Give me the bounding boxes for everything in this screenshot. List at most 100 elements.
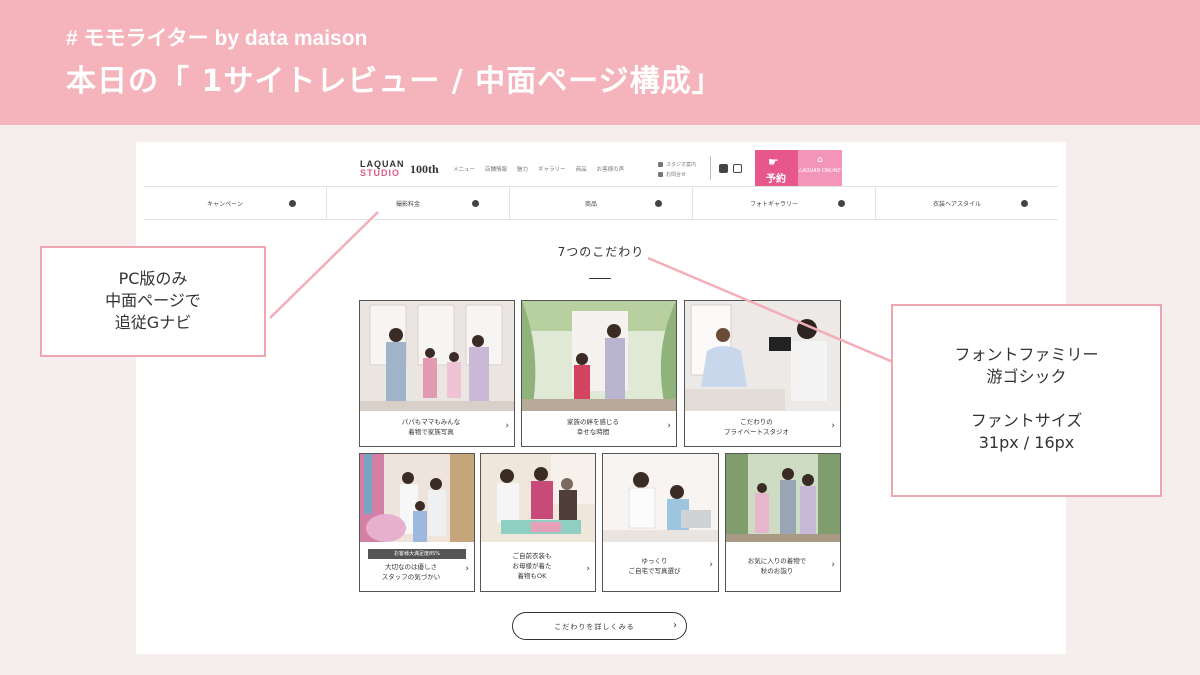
site-header: LAQUAN STUDIO 100th メニュー 店舗情報 魅力 ギャラリー 商… bbox=[136, 142, 1066, 188]
reserve-button[interactable]: ☛ 予約 bbox=[755, 150, 798, 186]
caption-line: ご自宅で写真選び bbox=[628, 567, 681, 575]
gnav-label: 衣装ヘアスタイル bbox=[932, 201, 981, 208]
chevron-right-icon: › bbox=[831, 421, 835, 431]
online-label: LAQUAN ONLINE bbox=[799, 168, 841, 174]
caption-line: こだわりの bbox=[740, 418, 773, 426]
slide-header-band: # モモライター by data maison 本日の「 1サイトレビュー / … bbox=[0, 0, 1200, 125]
shrine-visit-photo bbox=[726, 454, 840, 542]
facebook-icon[interactable] bbox=[719, 164, 728, 173]
caption-line: お気に入りの着物で bbox=[747, 557, 807, 565]
feature-card[interactable]: パパもママもみんな 着物で家族写真 › bbox=[359, 300, 515, 447]
slide-title: 本日の「 1サイトレビュー / 中面ページ構成」 bbox=[66, 64, 723, 99]
top-link[interactable]: 魅力 bbox=[517, 165, 528, 173]
caption-line: ゆっくり bbox=[641, 557, 668, 565]
top-link[interactable]: 商品 bbox=[576, 165, 587, 173]
chevron-right-icon: › bbox=[505, 421, 509, 431]
mini-link-studio[interactable]: スタジオ案内 bbox=[658, 159, 696, 169]
top-links: メニュー 店舗情報 魅力 ギャラリー 商品 お客様の声 bbox=[453, 165, 624, 173]
feature-card[interactable]: 家族の絆を感じる 幸せな時間 › bbox=[521, 300, 677, 447]
top-link[interactable]: お客様の声 bbox=[597, 165, 625, 173]
top-link[interactable]: ギャラリー bbox=[538, 165, 566, 173]
garden-family-photo bbox=[522, 301, 676, 411]
callout-line: フォントファミリー bbox=[954, 345, 1099, 364]
satisfaction-badge: お客様大満足度85% bbox=[368, 549, 466, 559]
home-laptop-photo bbox=[603, 454, 718, 542]
callout-line: ファントサイズ bbox=[970, 411, 1083, 430]
reserve-label: 予約 bbox=[766, 174, 786, 185]
gnav-label: キャンペーン bbox=[207, 201, 243, 208]
top-link[interactable]: 店舗情報 bbox=[485, 165, 507, 173]
slide-hashtag: # モモライター by data maison bbox=[66, 27, 368, 50]
building-icon bbox=[658, 161, 663, 167]
chevron-down-icon bbox=[289, 200, 296, 207]
more-details-button[interactable]: こだわりを詳しくみる › bbox=[512, 612, 687, 640]
card-caption: お気に入りの着物で 秋のお詣り bbox=[726, 556, 828, 576]
caption-line: お母様が着た bbox=[512, 562, 552, 570]
feature-card[interactable]: こだわりの プライベートスタジオ › bbox=[684, 300, 841, 447]
gnav-item-price[interactable]: 撮影料金 bbox=[327, 187, 510, 219]
mini-link-label: スタジオ案内 bbox=[666, 161, 697, 168]
left-callout: PC版のみ 中面ページで 追従Gナビ bbox=[40, 246, 266, 357]
caption-line: パパもママもみんな bbox=[401, 418, 461, 426]
gnav-item-products[interactable]: 商品 bbox=[510, 187, 693, 219]
card-caption: パパもママもみんな 着物で家族写真 bbox=[360, 417, 502, 437]
staff-costume-photo bbox=[360, 454, 474, 542]
caption-line: プライベートスタジオ bbox=[724, 428, 789, 436]
global-nav: キャンペーン 撮影料金 商品 フォトギャラリー 衣装ヘアスタイル bbox=[144, 186, 1058, 220]
chevron-right-icon: › bbox=[586, 564, 590, 574]
chevron-right-icon: › bbox=[709, 560, 713, 570]
chevron-right-icon: › bbox=[831, 560, 835, 570]
site-logo[interactable]: LAQUAN STUDIO bbox=[360, 160, 405, 178]
chat-icon bbox=[658, 171, 663, 177]
caption-line: ご自前衣装も bbox=[512, 552, 552, 560]
callout-line: 中面ページで bbox=[105, 291, 201, 310]
callout-line: PC版のみ bbox=[118, 269, 188, 288]
header-divider bbox=[710, 156, 711, 180]
online-shop-button[interactable]: ⌂ LAQUAN ONLINE bbox=[798, 150, 842, 186]
chevron-down-icon bbox=[655, 200, 662, 207]
right-callout: フォントファミリー 游ゴシック ファントサイズ 31px / 16px bbox=[891, 304, 1162, 497]
gnav-item-gallery[interactable]: フォトギャラリー bbox=[693, 187, 876, 219]
callout-line: 追従Gナビ bbox=[114, 313, 192, 332]
anniversary-logo: 100th bbox=[410, 162, 439, 176]
more-label: こだわりを詳しくみる bbox=[554, 623, 635, 631]
gnav-item-costume[interactable]: 衣装ヘアスタイル bbox=[876, 187, 1058, 219]
gnav-item-campaign[interactable]: キャンペーン bbox=[144, 187, 327, 219]
section-title: 7つのこだわり bbox=[557, 245, 645, 259]
chevron-right-icon: › bbox=[465, 564, 469, 574]
house-icon: ⌂ bbox=[817, 155, 823, 165]
instagram-icon[interactable] bbox=[733, 164, 742, 173]
caption-line: 着物で家族写真 bbox=[408, 428, 454, 436]
photographer-photo bbox=[685, 301, 840, 411]
logo-line2: STUDIO bbox=[360, 168, 401, 178]
feature-card[interactable]: お気に入りの着物で 秋のお詣り › bbox=[725, 453, 841, 592]
callout-line: 游ゴシック bbox=[986, 367, 1067, 386]
caption-line: 家族の絆を感じる bbox=[567, 418, 619, 426]
chevron-down-icon bbox=[1021, 200, 1028, 207]
kimono-consult-photo bbox=[481, 454, 595, 542]
chevron-down-icon bbox=[472, 200, 479, 207]
caption-line: 秋のお詣り bbox=[760, 567, 794, 575]
section-underline bbox=[589, 278, 611, 279]
caption-line: 着物もOK bbox=[517, 572, 547, 580]
card-caption: 家族の絆を感じる 幸せな時間 bbox=[522, 417, 664, 437]
sns-links bbox=[719, 164, 742, 173]
family-kimono-photo bbox=[360, 301, 514, 411]
card-caption: こだわりの プライベートスタジオ bbox=[685, 417, 828, 437]
chevron-down-icon bbox=[838, 200, 845, 207]
feature-card[interactable]: お客様大満足度85% 大切なのは優しさ スタッフの気づかい › bbox=[359, 453, 475, 592]
card-caption: ゆっくり ご自宅で写真選び bbox=[603, 556, 706, 576]
mini-link-label: お問合せ bbox=[666, 171, 687, 178]
caption-line: 大切なのは優しさ bbox=[385, 563, 437, 571]
callout-line: 31px / 16px bbox=[978, 433, 1075, 452]
feature-card[interactable]: ご自前衣装も お母様が着た 着物もOK › bbox=[480, 453, 596, 592]
feature-card[interactable]: ゆっくり ご自宅で写真選び › bbox=[602, 453, 719, 592]
caption-line: 幸せな時間 bbox=[576, 428, 610, 436]
gnav-label: フォトギャラリー bbox=[749, 201, 798, 208]
top-link[interactable]: メニュー bbox=[453, 165, 475, 173]
caption-line: スタッフの気づかい bbox=[381, 573, 441, 581]
card-caption: ご自前衣装も お母様が着た 着物もOK bbox=[481, 551, 583, 581]
hand-icon: ☛ bbox=[768, 155, 779, 169]
card-caption: 大切なのは優しさ スタッフの気づかい bbox=[360, 562, 462, 582]
mini-link-contact[interactable]: お問合せ bbox=[658, 169, 696, 179]
